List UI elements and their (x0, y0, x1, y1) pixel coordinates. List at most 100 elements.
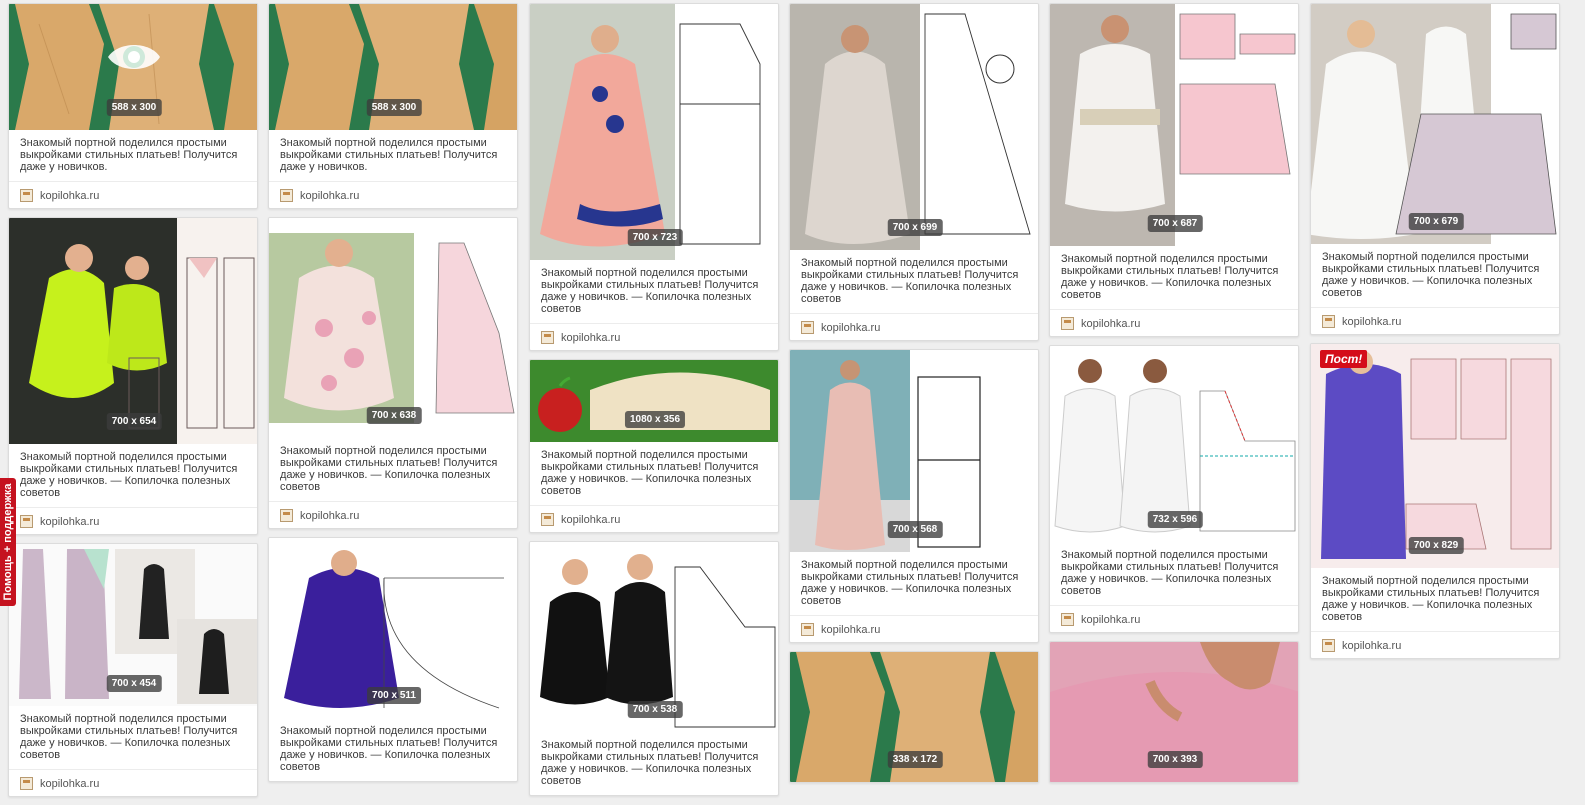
pin-card[interactable]: 700 x 687 Знакомый портной поделился про… (1049, 3, 1299, 337)
site-favicon-icon (541, 513, 554, 526)
site-favicon-icon (801, 623, 814, 636)
pin-image[interactable]: 700 x 454 (9, 544, 257, 706)
pin-source[interactable]: kopilohka.ru (1311, 307, 1559, 334)
pin-image[interactable]: 588 x 300 (9, 4, 257, 130)
pin-card[interactable]: 1080 x 356 Знакомый портной поделился пр… (529, 359, 779, 533)
pin-caption: Знакомый портной поделился простыми выкр… (801, 559, 1019, 607)
site-favicon-icon (20, 189, 33, 202)
pin-caption: Знакомый портной поделился простыми выкр… (801, 257, 1019, 305)
pin-card[interactable]: 588 x 300 Знакомый портной поделился про… (8, 3, 258, 209)
pin-source[interactable]: kopilohka.ru (1050, 605, 1298, 632)
site-favicon-icon (1322, 639, 1335, 652)
pin-source[interactable]: kopilohka.ru (1311, 631, 1559, 658)
pin-caption: Знакомый портной поделился простыми выкр… (541, 267, 759, 315)
pin-caption: Знакомый портной поделился простыми выкр… (280, 137, 498, 173)
pin-caption: Знакомый портной поделился простыми выкр… (1322, 251, 1540, 299)
pin-image[interactable]: 700 x 654 (9, 218, 257, 444)
pin-image[interactable]: 700 x 723 (530, 4, 778, 260)
pin-caption: Знакомый портной поделился простыми выкр… (20, 451, 238, 499)
pin-card[interactable]: 700 x 454 Знакомый портной поделился про… (8, 543, 258, 797)
pin-image[interactable]: 700 x 538 (530, 542, 778, 732)
pin-caption: Знакомый портной поделился простыми выкр… (20, 713, 238, 761)
pin-card[interactable]: 700 x 723 Знакомый портной поделился про… (529, 3, 779, 351)
source-domain: kopilohka.ru (1342, 639, 1402, 652)
pin-image[interactable]: 700 x 568 (790, 350, 1038, 552)
pin-card[interactable]: Пост! 700 x 829 Знакомый портной поделил… (1310, 343, 1560, 659)
help-tab-label: Помощь + поддержка (2, 483, 14, 601)
pin-caption: Знакомый портной поделился простыми выкр… (20, 137, 238, 173)
pin-card[interactable]: 700 x 699 Знакомый портной поделился про… (789, 3, 1039, 341)
pin-source[interactable]: kopilohka.ru (9, 181, 257, 208)
image-size-badge: 1080 x 356 (624, 411, 686, 428)
pin-image[interactable]: 700 x 511 (269, 538, 517, 718)
image-size-badge: 700 x 679 (1408, 213, 1464, 230)
pin-image[interactable]: 700 x 679 (1311, 4, 1559, 244)
pin-card[interactable]: 732 x 596 Знакомый портной поделился про… (1049, 345, 1299, 633)
pin-image[interactable]: Пост! 700 x 829 (1311, 344, 1559, 568)
image-size-badge: 338 x 172 (887, 751, 943, 768)
image-size-badge: 700 x 538 (627, 701, 683, 718)
post-badge: Пост! (1320, 350, 1368, 368)
source-domain: kopilohka.ru (40, 515, 100, 528)
pin-image[interactable]: 700 x 638 (269, 218, 517, 438)
site-favicon-icon (20, 777, 33, 790)
site-favicon-icon (1061, 613, 1074, 626)
pin-card[interactable]: 700 x 679 Знакомый портной поделился про… (1310, 3, 1560, 335)
help-support-tab[interactable]: Помощь + поддержка (0, 478, 16, 606)
pin-card[interactable]: 700 x 511 Знакомый портной поделился про… (268, 537, 518, 782)
pin-card[interactable]: 700 x 654 Знакомый портной поделился про… (8, 217, 258, 535)
grid-column-4: 700 x 699 Знакомый портной поделился про… (789, 3, 1039, 791)
site-favicon-icon (1061, 317, 1074, 330)
pin-card[interactable]: 588 x 300 Знакомый портной поделился про… (268, 3, 518, 209)
source-domain: kopilohka.ru (40, 189, 100, 202)
pin-card[interactable]: 700 x 568 Знакомый портной поделился про… (789, 349, 1039, 643)
source-domain: kopilohka.ru (1342, 315, 1402, 328)
source-domain: kopilohka.ru (561, 513, 621, 526)
image-size-badge: 700 x 454 (106, 675, 162, 692)
pin-caption: Знакомый портной поделился простыми выкр… (541, 449, 759, 497)
image-size-badge: 700 x 568 (887, 521, 943, 538)
site-favicon-icon (801, 321, 814, 334)
grid-column-3: 700 x 723 Знакомый портной поделился про… (529, 3, 779, 804)
eye-icon[interactable] (106, 37, 162, 77)
image-size-badge: 700 x 654 (106, 413, 162, 430)
pin-source[interactable]: kopilohka.ru (790, 313, 1038, 340)
source-domain: kopilohka.ru (561, 331, 621, 344)
pin-source[interactable]: kopilohka.ru (790, 615, 1038, 642)
image-size-badge: 588 x 300 (106, 99, 162, 116)
site-favicon-icon (280, 189, 293, 202)
pin-image[interactable]: 588 x 300 (269, 4, 517, 130)
source-domain: kopilohka.ru (821, 623, 881, 636)
pin-source[interactable]: kopilohka.ru (269, 181, 517, 208)
pin-source[interactable]: kopilohka.ru (9, 507, 257, 534)
image-size-badge: 588 x 300 (366, 99, 422, 116)
grid-column-5: 700 x 687 Знакомый портной поделился про… (1049, 3, 1299, 791)
source-domain: kopilohka.ru (1081, 317, 1141, 330)
source-domain: kopilohka.ru (300, 509, 360, 522)
pin-source[interactable]: kopilohka.ru (530, 505, 778, 532)
source-domain: kopilohka.ru (1081, 613, 1141, 626)
pin-grid: 588 x 300 Знакомый портной поделился про… (0, 0, 1585, 797)
site-favicon-icon (1322, 315, 1335, 328)
pin-card[interactable]: 338 x 172 (789, 651, 1039, 783)
pin-image[interactable]: 700 x 687 (1050, 4, 1298, 246)
pin-source[interactable]: kopilohka.ru (269, 501, 517, 528)
pin-image[interactable]: 700 x 699 (790, 4, 1038, 250)
pin-image[interactable]: 700 x 393 (1050, 642, 1298, 782)
pin-source[interactable]: kopilohka.ru (9, 769, 257, 796)
source-domain: kopilohka.ru (40, 777, 100, 790)
pin-image[interactable]: 732 x 596 (1050, 346, 1298, 542)
pin-image[interactable]: 338 x 172 (790, 652, 1038, 782)
pin-caption: Знакомый портной поделился простыми выкр… (541, 739, 759, 787)
source-domain: kopilohka.ru (821, 321, 881, 334)
pin-card[interactable]: 700 x 393 (1049, 641, 1299, 783)
pin-source[interactable]: kopilohka.ru (1050, 309, 1298, 336)
pin-card[interactable]: 700 x 538 Знакомый портной поделился про… (529, 541, 779, 796)
image-size-badge: 700 x 699 (887, 219, 943, 236)
image-size-badge: 700 x 638 (366, 407, 422, 424)
pin-image[interactable]: 1080 x 356 (530, 360, 778, 442)
pin-card[interactable]: 700 x 638 Знакомый портной поделился про… (268, 217, 518, 529)
image-size-badge: 700 x 723 (627, 229, 683, 246)
image-size-badge: 700 x 829 (1408, 537, 1464, 554)
pin-source[interactable]: kopilohka.ru (530, 323, 778, 350)
